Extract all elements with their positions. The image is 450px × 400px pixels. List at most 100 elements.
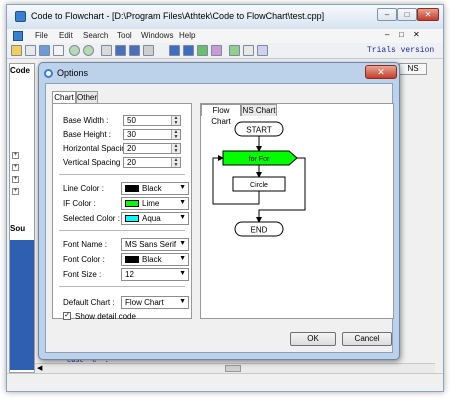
vertical-spacing-spin[interactable]: 20 ▲ ▼ xyxy=(123,157,181,168)
line-color-select[interactable]: Black ▼ xyxy=(121,182,189,195)
menu-tool[interactable]: Tool xyxy=(117,31,132,40)
ok-button[interactable]: OK xyxy=(290,332,336,346)
selected-color-swatch xyxy=(125,215,139,222)
end-text: END xyxy=(251,226,268,235)
tab-ns-chart[interactable]: NS Chart xyxy=(241,104,277,116)
font-color-select[interactable]: Black ▼ xyxy=(121,253,189,266)
save-as-icon[interactable] xyxy=(129,45,140,56)
ns-chart-tab-background[interactable]: NS xyxy=(399,63,427,75)
font-size-value: 12 xyxy=(125,270,134,279)
default-chart-label: Default Chart : xyxy=(63,298,115,307)
chevron-down-icon[interactable]: ▼ xyxy=(179,214,186,221)
separator xyxy=(59,230,185,232)
dialog-body: Chart Other Base Width : 50 ▲ ▼ Base Heig… xyxy=(45,83,394,353)
separator xyxy=(59,286,185,288)
spin-arrows-icon[interactable]: ▲ ▼ xyxy=(171,158,180,167)
print-icon[interactable] xyxy=(143,45,154,56)
tree-expand-icon[interactable]: + xyxy=(12,188,19,195)
font-size-select[interactable]: 12 ▼ xyxy=(121,268,189,281)
export-visio-icon[interactable] xyxy=(183,45,194,56)
scroll-thumb[interactable] xyxy=(225,365,241,372)
code-view-icon[interactable] xyxy=(39,45,50,56)
mdi-restore-button[interactable]: □ xyxy=(399,30,404,39)
chevron-down-icon[interactable]: ▼ xyxy=(179,240,186,247)
run-icon[interactable] xyxy=(229,45,240,56)
font-name-select[interactable]: MS Sans Serif ▼ xyxy=(121,238,189,251)
save-icon[interactable] xyxy=(115,45,126,56)
font-name-value: MS Sans Serif xyxy=(125,240,177,249)
open-icon[interactable] xyxy=(11,45,22,56)
spin-arrows-icon[interactable]: ▲ ▼ xyxy=(171,144,180,153)
title-bar: Code to Flowchart - [D:\Program Files\At… xyxy=(7,5,443,29)
close-button[interactable]: ✕ xyxy=(417,8,439,21)
dialog-title: Options xyxy=(57,68,89,78)
menu-search[interactable]: Search xyxy=(83,31,108,40)
chevron-down-icon[interactable]: ▼ xyxy=(179,184,186,191)
if-color-swatch xyxy=(125,200,139,207)
show-detail-checkbox[interactable]: ✓ xyxy=(63,312,71,320)
menu-help[interactable]: Help xyxy=(179,31,195,40)
chart-preview-pane: Flow Chart NS Chart START for For Circle xyxy=(200,103,394,319)
zoom-in-icon[interactable] xyxy=(69,45,80,56)
base-width-spin[interactable]: 50 ▲ ▼ xyxy=(123,115,181,126)
scroll-left-arrow-icon[interactable]: ◀ xyxy=(37,364,42,372)
toolbar: Trials version xyxy=(7,43,443,59)
options-icon[interactable] xyxy=(211,45,222,56)
tree-expand-icon[interactable]: + xyxy=(12,152,19,159)
tab-chart[interactable]: Chart xyxy=(52,91,76,103)
default-chart-value: Flow Chart xyxy=(125,298,164,307)
dialog-close-button[interactable]: ✕ xyxy=(365,65,397,79)
base-height-value: 30 xyxy=(127,130,136,139)
app-icon xyxy=(15,11,26,22)
export-image-icon[interactable] xyxy=(197,45,208,56)
code-panel-label: Code xyxy=(10,66,30,75)
menu-file[interactable]: File xyxy=(35,31,48,40)
horizontal-scrollbar[interactable]: ◀ xyxy=(35,363,435,373)
menu-edit[interactable]: Edit xyxy=(59,31,73,40)
zoom-out-icon[interactable] xyxy=(83,45,94,56)
font-color-swatch xyxy=(125,256,139,263)
if-color-select[interactable]: Lime ▼ xyxy=(121,197,189,210)
source-icon[interactable] xyxy=(53,45,64,56)
separator xyxy=(59,174,185,176)
mdi-close-button[interactable]: ✕ xyxy=(413,30,420,39)
menu-bar: File Edit Search Tool Windows Help – □ ✕ xyxy=(7,29,443,43)
tree-expand-icon[interactable]: + xyxy=(12,176,19,183)
line-color-swatch xyxy=(125,185,139,192)
minimize-button[interactable]: – xyxy=(377,8,397,21)
menu-windows[interactable]: Windows xyxy=(141,31,173,40)
horizontal-spacing-spin[interactable]: 20 ▲ ▼ xyxy=(123,143,181,154)
chart-settings-pane: Base Width : 50 ▲ ▼ Base Height : 30 ▲ ▼ H… xyxy=(52,103,192,321)
chevron-down-icon[interactable]: ▼ xyxy=(179,270,186,277)
export-word-icon[interactable] xyxy=(169,45,180,56)
selected-color-select[interactable]: Aqua ▼ xyxy=(121,212,189,225)
help-icon[interactable] xyxy=(243,45,254,56)
vertical-spacing-value: 20 xyxy=(127,158,136,167)
about-icon[interactable] xyxy=(257,45,268,56)
cancel-button[interactable]: Cancel xyxy=(342,332,392,346)
trials-version-text: Trials version xyxy=(367,46,435,55)
source-panel-label: Sou xyxy=(10,224,26,233)
options-dialog-icon xyxy=(44,69,53,78)
line-color-label: Line Color : xyxy=(63,184,104,193)
spin-arrows-icon[interactable]: ▲ ▼ xyxy=(171,130,180,139)
tab-flow-chart[interactable]: Flow Chart xyxy=(201,104,241,126)
spin-arrows-icon[interactable]: ▲ ▼ xyxy=(171,116,180,125)
export-icon[interactable] xyxy=(101,45,112,56)
base-height-spin[interactable]: 30 ▲ ▼ xyxy=(123,129,181,140)
maximize-button[interactable]: □ xyxy=(397,8,417,21)
tab-other[interactable]: Other xyxy=(76,91,98,103)
base-height-label: Base Height : xyxy=(63,130,112,139)
chevron-down-icon[interactable]: ▼ xyxy=(179,199,186,206)
loop-text: for For xyxy=(249,156,270,163)
chevron-down-icon[interactable]: ▼ xyxy=(179,255,186,262)
default-chart-select[interactable]: Flow Chart ▼ xyxy=(121,296,189,309)
line-color-value: Black xyxy=(142,184,162,193)
new-file-icon[interactable] xyxy=(25,45,36,56)
chevron-down-icon[interactable]: ▼ xyxy=(179,298,186,305)
tree-expand-icon[interactable]: + xyxy=(12,164,19,171)
mdi-minimize-button[interactable]: – xyxy=(385,30,389,39)
process-text: Circle xyxy=(250,182,268,189)
source-panel-body xyxy=(10,240,34,370)
vertical-spacing-label: Vertical Spacing : xyxy=(63,158,125,167)
